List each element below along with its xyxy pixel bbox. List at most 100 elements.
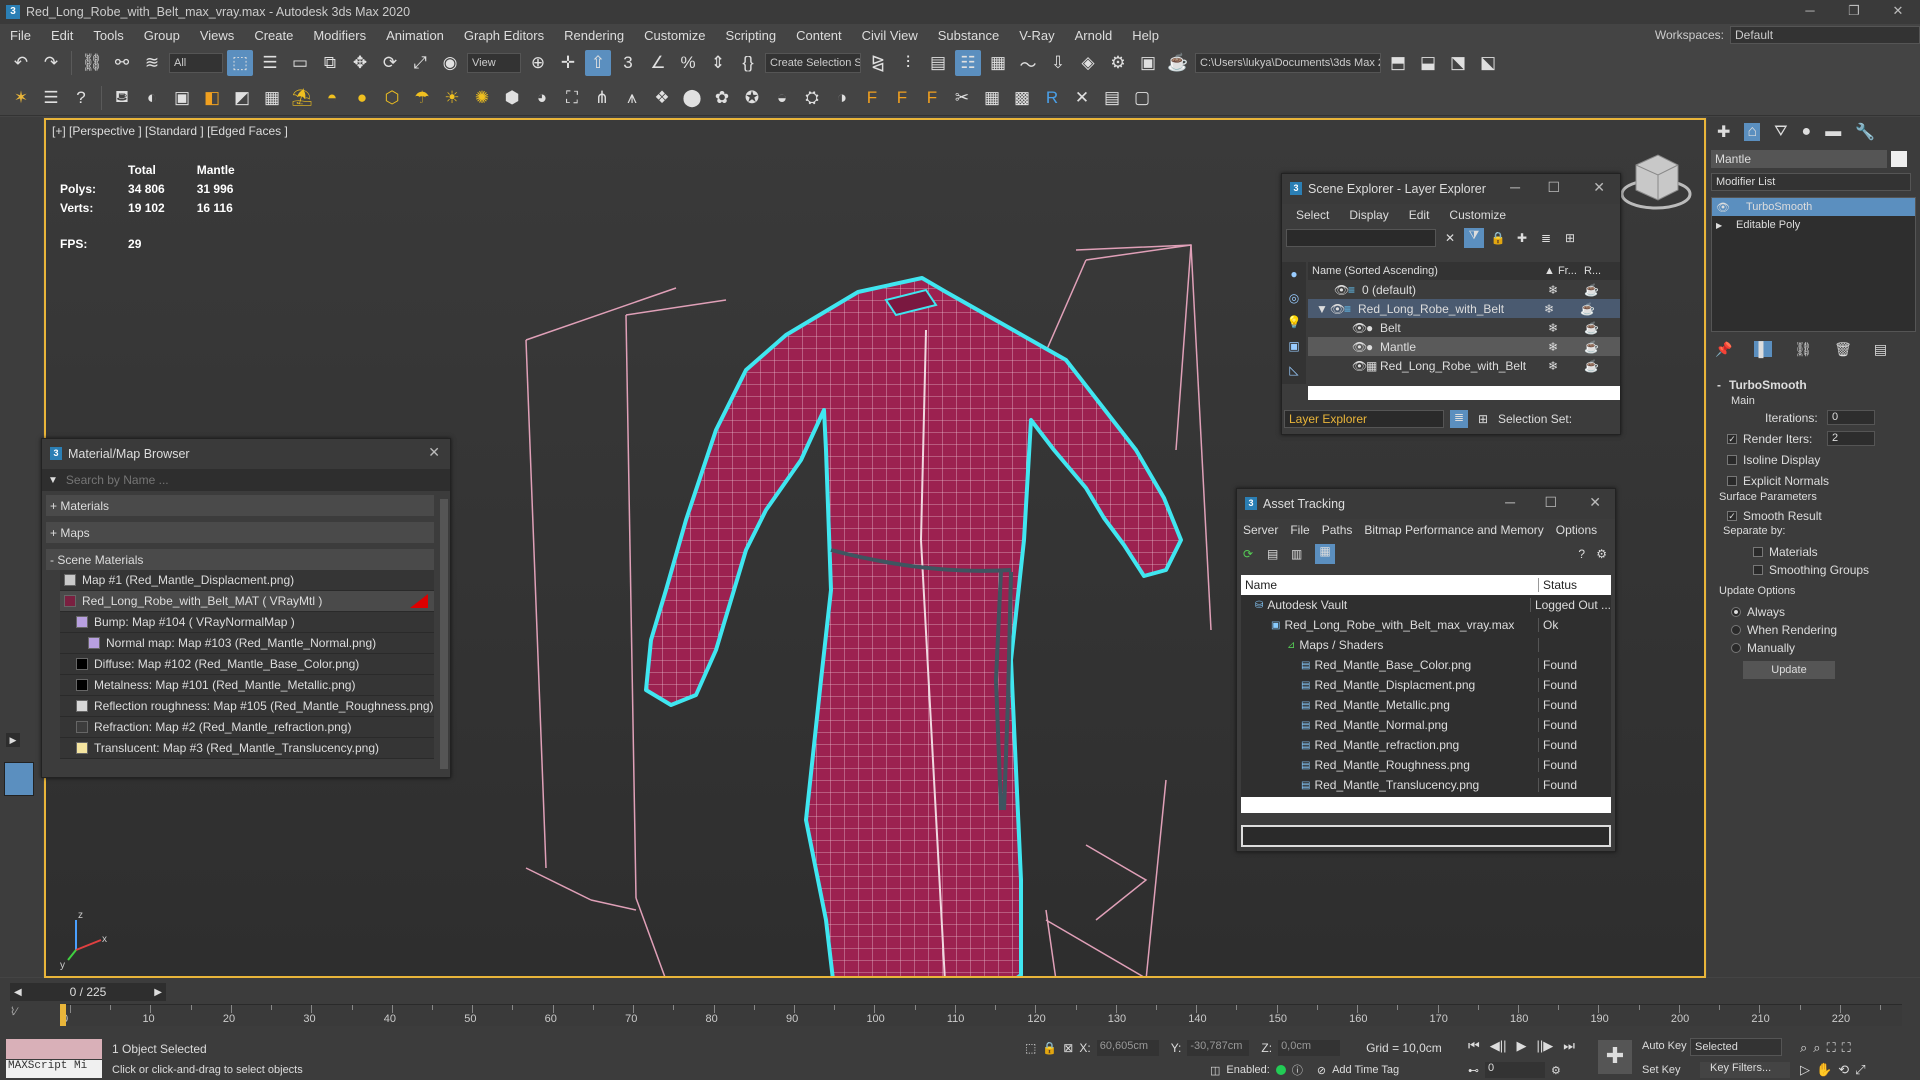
absolute-mode-icon[interactable]: ⊠	[1063, 1041, 1073, 1055]
detail-view-icon[interactable]: ▥	[1291, 547, 1309, 561]
material-list-item[interactable]: Map #1 (Red_Mantle_Displacment.png)	[60, 570, 434, 591]
group-maps[interactable]: + Maps	[46, 522, 434, 543]
rollout-header[interactable]: - TurboSmooth	[1717, 374, 1910, 395]
close-icon[interactable]: ✕	[1876, 0, 1920, 24]
col-status-header[interactable]: Status	[1539, 578, 1577, 592]
render-iters-spinner[interactable]: 2	[1827, 431, 1875, 446]
move-icon[interactable]: ✥	[347, 50, 373, 76]
curve-editor-mini-icon[interactable]: ⌇∕	[10, 1005, 40, 1023]
enabled-indicator[interactable]	[1275, 1065, 1286, 1075]
settings-icon[interactable]: ⚙	[1596, 547, 1607, 561]
project-path-dropdown[interactable]: C:\Users\lukya\Documents\3ds Max 2022	[1195, 53, 1381, 73]
menu-edit[interactable]: Edit	[1409, 208, 1430, 222]
info-icon[interactable]: ⓘ	[1292, 1062, 1303, 1078]
vray-volume-icon[interactable]: ❖	[649, 85, 675, 111]
vray-toon-icon[interactable]: ◑	[829, 85, 855, 111]
x-coordinate-field[interactable]: 60,605cm	[1096, 1040, 1159, 1056]
selection-lock-icon[interactable]: 🔒	[1042, 1041, 1057, 1055]
stack-item-editable-poly[interactable]: ▶ Editable Poly	[1712, 216, 1915, 234]
group-scene-materials[interactable]: - Scene Materials	[46, 549, 434, 570]
time-cursor[interactable]	[60, 1004, 66, 1026]
key-set-dropdown[interactable]: Selected	[1690, 1038, 1782, 1056]
asset-row[interactable]: ▤ Red_Mantle_Normal.png Found	[1241, 715, 1611, 735]
asset-row[interactable]: ▤ Red_Mantle_Metallic.png Found	[1241, 695, 1611, 715]
smooth-result-checkbox[interactable]: ✓	[1727, 511, 1737, 521]
edit-named-selection-icon[interactable]: {}	[735, 50, 761, 76]
menu-scripting[interactable]: Scripting	[716, 28, 787, 43]
unlink-icon[interactable]: ⚯	[109, 50, 135, 76]
spinner-snap-icon[interactable]: ⇕	[705, 50, 731, 76]
align-icon[interactable]: ⫶	[895, 50, 921, 76]
zoom-extents-icon[interactable]: ⛶	[1827, 1040, 1836, 1056]
render-icon[interactable]: ☕	[1584, 283, 1599, 297]
col-name-header[interactable]: Name	[1241, 578, 1539, 592]
search-options-arrow-icon[interactable]: ▼	[48, 475, 58, 486]
save-project-icon[interactable]: ⬔	[1445, 50, 1471, 76]
menu-bitmap-performance[interactable]: Bitmap Performance and Memory	[1364, 523, 1543, 537]
render-setup-icon[interactable]: ⚙	[1105, 50, 1131, 76]
project-settings-icon[interactable]: ⬕	[1475, 50, 1501, 76]
curve-editor-icon[interactable]: 〜	[1015, 50, 1041, 76]
teapot-icon[interactable]: ⛾	[109, 85, 135, 111]
adaptive-degradation-icon[interactable]: ◫	[1210, 1064, 1220, 1077]
refresh-icon[interactable]: ⟳	[1243, 547, 1261, 561]
panel-tool-icon[interactable]: ▩	[1009, 85, 1035, 111]
place-icon[interactable]: ◉	[437, 50, 463, 76]
redo-icon[interactable]: ↷	[38, 50, 64, 76]
minimize-icon[interactable]: ─	[1510, 179, 1520, 195]
menu-customize[interactable]: Customize	[634, 28, 715, 43]
go-to-end-icon[interactable]: ⏭	[1563, 1038, 1575, 1054]
menu-file[interactable]: File	[1290, 523, 1309, 537]
render-production-icon[interactable]: ☕	[1165, 50, 1191, 76]
current-frame-field[interactable]: 0	[1485, 1062, 1545, 1078]
menu-create[interactable]: Create	[244, 28, 303, 43]
vray-sphere-icon[interactable]: ◕	[529, 85, 555, 111]
key-filters-button[interactable]: Key Filters...	[1700, 1062, 1790, 1078]
isoline-checkbox[interactable]	[1727, 454, 1737, 465]
tree-row[interactable]: ▼ 👁 ≡ Red_Long_Robe_with_Belt ❄ ☕	[1308, 299, 1620, 318]
vray-render-icon[interactable]: ◐	[139, 85, 165, 111]
mirror-icon[interactable]: ⧎	[865, 50, 891, 76]
set-key-button[interactable]: Set Key	[1642, 1064, 1681, 1076]
table-view-icon[interactable]: ▦	[1315, 544, 1335, 564]
key-mode-icon[interactable]: ⊷	[1468, 1064, 1479, 1077]
update-button[interactable]: Update	[1743, 661, 1835, 679]
forest-effects-icon[interactable]: F	[919, 85, 945, 111]
freeze-icon[interactable]: ❄	[1548, 340, 1584, 354]
undo-icon[interactable]: ↶	[8, 50, 34, 76]
col-name-header[interactable]: Name (Sorted Ascending)	[1308, 265, 1544, 277]
asset-row[interactable]: ⛁ Autodesk Vault Logged Out ...	[1241, 595, 1611, 615]
clear-search-icon[interactable]: ✕	[1440, 231, 1460, 245]
modify-tab-icon[interactable]: ⌂	[1744, 123, 1761, 141]
freeze-icon[interactable]: ❄	[1548, 359, 1584, 373]
when-rendering-radio[interactable]	[1731, 625, 1741, 635]
close-icon[interactable]: ✕	[1593, 179, 1605, 196]
cameras-filter-icon[interactable]: ▣	[1282, 334, 1306, 358]
filter-icon[interactable]: ⧩	[1464, 228, 1484, 248]
vray-light-icon[interactable]: ⛱	[289, 85, 315, 111]
object-name-field[interactable]: Mantle	[1711, 150, 1887, 168]
expand-arrow-icon[interactable]: ▶	[6, 733, 20, 747]
hierarchy-mode-icon[interactable]: ⊞	[1474, 412, 1492, 426]
menu-rendering[interactable]: Rendering	[554, 28, 634, 43]
lights-filter-icon[interactable]: 💡	[1282, 310, 1306, 334]
explorer-scrollbar[interactable]	[1308, 386, 1620, 400]
snaps-toggle-icon[interactable]: 3	[615, 50, 641, 76]
mascot-icon[interactable]: ✶	[8, 85, 34, 111]
isolate-selection-icon[interactable]: ⬚	[1025, 1041, 1036, 1055]
help-icon[interactable]: ?	[68, 85, 94, 111]
viewport-layout-tab[interactable]	[4, 762, 34, 796]
frame-tool-icon[interactable]: ▢	[1129, 85, 1155, 111]
workspace-dropdown[interactable]: Default	[1730, 26, 1920, 44]
material-browser-titlebar[interactable]: 3 Material/Map Browser ✕	[42, 439, 450, 469]
configure-sets-icon[interactable]: ▤	[1874, 341, 1887, 358]
vray-mesh-light-icon[interactable]: ⬡	[379, 85, 405, 111]
time-slider[interactable]: ◀ 0 / 225 ▶	[10, 983, 166, 1001]
time-config-icon[interactable]: ⚙	[1551, 1064, 1561, 1077]
railclone-tools-icon[interactable]: ✕	[1069, 85, 1095, 111]
tools-icon[interactable]: ✂	[949, 85, 975, 111]
eye-icon[interactable]: 👁	[1334, 283, 1349, 297]
iterations-spinner[interactable]: 0	[1827, 410, 1875, 425]
menu-civil-view[interactable]: Civil View	[852, 28, 928, 43]
asset-row[interactable]: ▤ Red_Mantle_Translucency.png Found	[1241, 775, 1611, 795]
